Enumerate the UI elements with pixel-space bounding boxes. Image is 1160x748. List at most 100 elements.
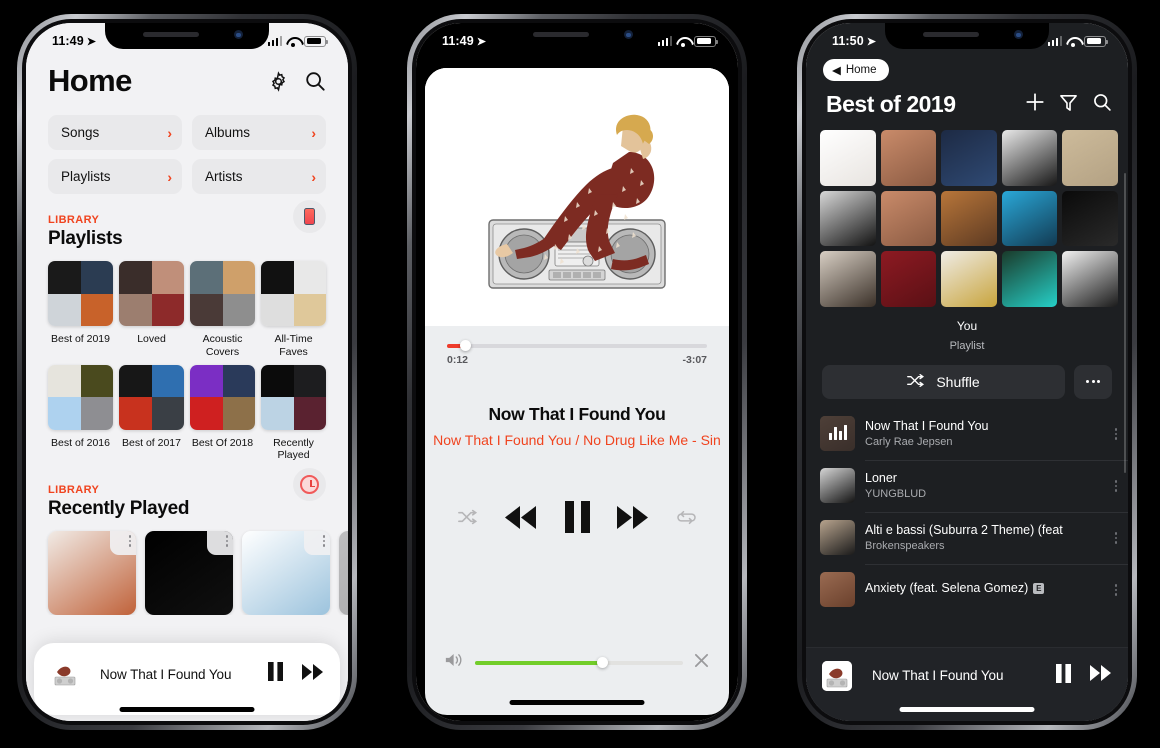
- home-indicator[interactable]: [119, 707, 255, 712]
- track-artwork: [820, 572, 855, 608]
- playlist-cell[interactable]: All-Time Faves: [261, 261, 326, 359]
- playlist-cell[interactable]: Best of 2016: [48, 364, 113, 463]
- fast-forward-icon[interactable]: [302, 663, 324, 685]
- kebab-menu-icon[interactable]: [1104, 584, 1128, 596]
- mini-player-home[interactable]: Now That I Found You: [34, 643, 340, 715]
- pause-icon[interactable]: [564, 501, 590, 538]
- album-tile[interactable]: [1001, 190, 1058, 247]
- album-tile[interactable]: [1001, 251, 1058, 307]
- progress-knob[interactable]: [459, 340, 471, 351]
- quicklink-albums[interactable]: Albums ›: [192, 115, 326, 150]
- status-time: 11:50: [832, 34, 864, 48]
- album-tile[interactable]: [941, 130, 997, 186]
- quicklink-songs[interactable]: Songs ›: [48, 115, 182, 150]
- plus-icon[interactable]: [1025, 92, 1045, 117]
- track-text: Now That I Found You Carly Rae Jepsen: [865, 419, 1104, 448]
- close-icon[interactable]: [694, 653, 709, 673]
- kebab-menu-icon[interactable]: [225, 535, 228, 547]
- recently-played-card[interactable]: [48, 531, 136, 616]
- playlist-cell[interactable]: Best of 2019: [48, 261, 113, 359]
- ellipsis-icon[interactable]: [1074, 364, 1112, 399]
- volume-slider[interactable]: [475, 656, 683, 668]
- track-title: Now That I Found You: [865, 419, 1104, 433]
- search-icon[interactable]: [304, 70, 326, 92]
- back-button[interactable]: ◀ Home: [823, 59, 889, 81]
- kebab-menu-icon[interactable]: [322, 535, 325, 547]
- volume-knob[interactable]: [596, 656, 608, 668]
- progress-slider[interactable]: [447, 340, 707, 351]
- album-tile[interactable]: [820, 130, 876, 186]
- shuffle-button[interactable]: Shuffle: [822, 364, 1065, 399]
- scrollbar[interactable]: [1123, 173, 1126, 473]
- kebab-menu-icon[interactable]: [1104, 480, 1128, 492]
- quicklink-artists[interactable]: Artists ›: [192, 159, 326, 194]
- gear-icon[interactable]: [268, 70, 289, 92]
- chevron-right-icon: ›: [311, 168, 316, 185]
- playlist-actions: [1025, 92, 1112, 117]
- pause-icon[interactable]: [268, 662, 284, 686]
- album-tile[interactable]: [941, 251, 997, 307]
- album-tile[interactable]: [820, 190, 876, 247]
- quicklink-label: Artists: [205, 169, 243, 184]
- album-tile[interactable]: [941, 190, 997, 247]
- playlists-grid: Best of 2019 Loved Acoustic Covers All-Time…: [26, 250, 348, 462]
- phone-screen-home: 11:49 ➤ Home Songs › Albums › Playlists …: [26, 23, 348, 721]
- track-row[interactable]: Now That I Found You Carly Rae Jepsen: [820, 408, 1128, 460]
- battery-icon: [694, 35, 718, 47]
- rewind-icon[interactable]: [504, 505, 537, 534]
- recently-played-card[interactable]: [242, 531, 330, 616]
- playlist-name: Best of 2016: [51, 436, 110, 449]
- recently-played-card[interactable]: [145, 531, 233, 616]
- track-artist: Brokenspeakers: [865, 540, 945, 553]
- track-row[interactable]: Loner YUNGBLUD: [820, 459, 1128, 512]
- album-tile[interactable]: [1062, 251, 1118, 307]
- playlist-cell[interactable]: Acoustic Covers: [190, 261, 255, 359]
- album-tile[interactable]: [880, 251, 937, 307]
- shuffle-icon[interactable]: [458, 509, 478, 530]
- track-text: Anxiety (feat. Selena Gomez) E: [865, 581, 1104, 598]
- battery-icon: [1084, 35, 1108, 47]
- album-tile[interactable]: [880, 190, 937, 247]
- recently-played-card[interactable]: [339, 531, 348, 616]
- playlist-name: Best Of 2018: [191, 436, 254, 449]
- phone-screen-playlist: 11:50 ➤ ◀ Home Best of 2019 You Playlist…: [806, 23, 1128, 721]
- album-tile[interactable]: [1001, 130, 1058, 186]
- kebab-menu-icon[interactable]: [1104, 532, 1128, 544]
- phone-bezel: 11:50 ➤ ◀ Home Best of 2019 You Playlist…: [802, 19, 1132, 725]
- earpiece-speaker: [533, 32, 589, 37]
- album-tile[interactable]: [820, 251, 876, 307]
- album-tile[interactable]: [880, 130, 937, 186]
- home-indicator[interactable]: [899, 707, 1035, 712]
- speaker-wave-icon[interactable]: [445, 652, 464, 673]
- quicklink-playlists[interactable]: Playlists ›: [48, 159, 182, 194]
- status-right: [657, 35, 718, 47]
- pause-icon[interactable]: [1056, 663, 1072, 688]
- track-row[interactable]: Alti e bassi (Suburra 2 Theme) (feat Brok…: [820, 511, 1128, 564]
- track-row[interactable]: Anxiety (feat. Selena Gomez) E: [820, 563, 1128, 616]
- track-metadata: Now That I Found You Now That I Found Yo…: [425, 404, 729, 448]
- fast-forward-icon[interactable]: [617, 505, 649, 534]
- home-indicator[interactable]: [509, 700, 645, 705]
- explicit-badge: E: [1033, 582, 1045, 594]
- screenshot-stage: 11:49 ➤ Home Songs › Albums › Playlists …: [0, 0, 1160, 748]
- search-icon[interactable]: [1092, 92, 1112, 117]
- repeat-icon[interactable]: [677, 509, 696, 531]
- kebab-menu-icon[interactable]: [128, 535, 131, 547]
- status-time: 11:49: [442, 34, 474, 48]
- album-tile[interactable]: [1062, 130, 1118, 186]
- album-artwork[interactable]: [425, 68, 729, 326]
- playlist-cell[interactable]: Recently Played: [261, 364, 326, 463]
- iphone-icon[interactable]: [293, 200, 326, 233]
- funnel-icon[interactable]: [1059, 93, 1078, 117]
- playlist-cell[interactable]: Best Of 2018: [190, 364, 255, 463]
- playlist-cell[interactable]: Best of 2017: [119, 364, 184, 463]
- song-subtitle[interactable]: Now That I Found You / No Drug Like Me -…: [433, 432, 721, 448]
- signal-bars-icon: [267, 36, 282, 46]
- playlist-cell[interactable]: Loved: [119, 261, 184, 359]
- album-tile[interactable]: [1062, 190, 1118, 247]
- volume-fill: [475, 660, 602, 665]
- front-camera: [624, 30, 633, 39]
- header-actions: [268, 70, 326, 92]
- recent-clock-icon[interactable]: [293, 468, 326, 502]
- fast-forward-icon[interactable]: [1090, 665, 1112, 686]
